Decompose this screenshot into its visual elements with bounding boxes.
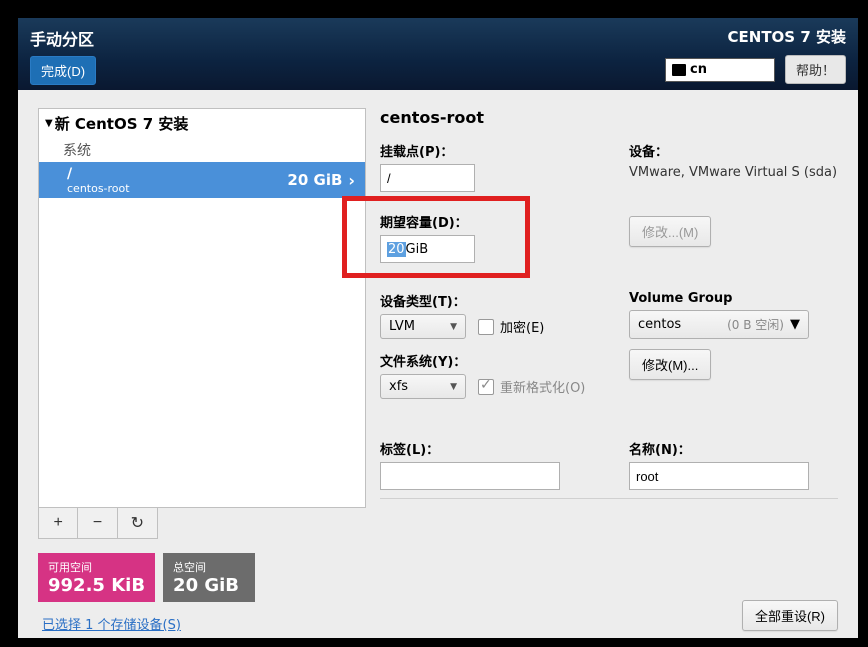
label-input[interactable] (380, 462, 560, 490)
form-grid: 挂载点(P)： 设备： VMware, VMware Virtual S (sd… (380, 141, 838, 490)
available-space-value: 992.5 KiB (48, 575, 145, 596)
total-space-value: 20 GiB (173, 575, 245, 596)
available-space-box: 可用空间 992.5 KiB (38, 553, 155, 602)
reset-all-button[interactable]: 全部重设(R) (742, 600, 838, 631)
done-button[interactable]: 完成(D) (30, 56, 96, 85)
label-label: 标签(L)： (380, 439, 589, 458)
devtype-select[interactable]: LVM ▼ (380, 314, 466, 339)
brand-label: CENTOS 7 安装 (728, 26, 846, 47)
dropdown-arrow-icon: ▼ (450, 382, 457, 392)
encrypt-label: 加密(E) (500, 317, 544, 336)
triangle-down-icon: ▼ (45, 118, 53, 129)
header-bar: 手动分区 完成(D) CENTOS 7 安装 cn 帮助！ (18, 18, 858, 90)
available-space-label: 可用空间 (48, 559, 145, 575)
keyboard-icon (672, 64, 686, 76)
fs-select[interactable]: xfs ▼ (380, 374, 466, 399)
devtype-field: 设备类型(T)： LVM ▼ 加密(E) 文件系统(Y)： (380, 291, 589, 399)
name-input[interactable] (629, 462, 809, 490)
left-column: ▼ 新 CentOS 7 安装 系统 / centos-root 20 GiB … (38, 108, 366, 633)
vg-modify-button[interactable]: 修改(M)... (629, 349, 711, 380)
fs-label: 文件系统(Y)： (380, 351, 589, 370)
encrypt-row[interactable]: 加密(E) (478, 317, 544, 336)
total-space-label: 总空间 (173, 559, 245, 575)
capacity-field: 期望容量(D)： 20 GiB (380, 212, 589, 263)
encrypt-checkbox[interactable] (478, 319, 494, 335)
tree-system-label: 系统 (39, 138, 365, 162)
device-value: VMware, VMware Virtual S (sda) (629, 164, 838, 182)
tree-root-label: 新 CentOS 7 安装 (55, 113, 189, 134)
fs-value: xfs (389, 379, 408, 394)
devtype-value: LVM (389, 319, 415, 334)
reformat-label: 重新格式化(O) (500, 377, 585, 396)
chevron-right-icon: › (348, 171, 355, 190)
help-button[interactable]: 帮助！ (785, 55, 846, 84)
partition-toolbar: + − ↻ (38, 508, 158, 539)
partition-size: 20 GiB (287, 171, 342, 189)
page-title: 手动分区 (30, 26, 96, 50)
partition-device: centos-root (67, 182, 130, 195)
tree-empty-area (39, 198, 365, 507)
remove-partition-button[interactable]: − (78, 508, 117, 538)
dropdown-arrow-icon: ▼ (450, 322, 457, 332)
mount-label: 挂载点(P)： (380, 141, 589, 160)
vg-label: Volume Group (629, 291, 838, 306)
capacity-input[interactable]: 20 GiB (380, 235, 475, 263)
dropdown-arrow-icon: ▼ (790, 317, 800, 332)
partition-title: centos-root (380, 108, 838, 127)
total-space-box: 总空间 20 GiB (163, 553, 255, 602)
header-right: CENTOS 7 安装 cn 帮助！ (665, 26, 846, 82)
body: ▼ 新 CentOS 7 安装 系统 / centos-root 20 GiB … (18, 90, 858, 643)
reset-row: 全部重设(R) (742, 600, 838, 631)
separator (380, 498, 838, 499)
vg-field: Volume Group centos (0 B 空闲) ▼ 修改(M)... (629, 291, 838, 399)
header-left: 手动分区 完成(D) (30, 26, 96, 82)
vg-free-label: (0 B 空闲) (727, 316, 784, 333)
manual-partitioning-window: 手动分区 完成(D) CENTOS 7 安装 cn 帮助！ ▼ 新 CentOS… (18, 18, 858, 638)
space-summary: 可用空间 992.5 KiB 总空间 20 GiB (38, 553, 366, 602)
storage-devices-link[interactable]: 已选择 1 个存储设备(S) (38, 614, 366, 633)
mount-input[interactable] (380, 164, 475, 192)
device-label: 设备： (629, 141, 838, 160)
devtype-label: 设备类型(T)： (380, 291, 589, 310)
modify-device-button[interactable]: 修改...(M) (629, 216, 711, 247)
capacity-unit: GiB (406, 242, 429, 257)
label-field: 标签(L)： (380, 439, 589, 490)
capacity-value-selected: 20 (387, 242, 406, 257)
partition-tree: ▼ 新 CentOS 7 安装 系统 / centos-root 20 GiB … (38, 108, 366, 508)
device-field: 设备： VMware, VMware Virtual S (sda) (629, 141, 838, 192)
mount-field: 挂载点(P)： (380, 141, 589, 192)
right-column: centos-root 挂载点(P)： 设备： VMware, VMware V… (380, 108, 838, 633)
tree-root-row[interactable]: ▼ 新 CentOS 7 安装 (39, 109, 365, 138)
keyboard-layout-label: cn (690, 62, 707, 77)
name-field: 名称(N)： (629, 439, 838, 490)
partition-mount: / (67, 166, 130, 182)
vg-value: centos (638, 317, 681, 332)
vg-select[interactable]: centos (0 B 空闲) ▼ (629, 310, 809, 339)
partition-row-root[interactable]: / centos-root 20 GiB › (39, 162, 365, 198)
capacity-label: 期望容量(D)： (380, 212, 589, 231)
name-label: 名称(N)： (629, 439, 838, 458)
reformat-row[interactable]: 重新格式化(O) (478, 377, 585, 396)
header-controls: cn 帮助！ (665, 55, 846, 84)
modify-device-field: 修改...(M) (629, 212, 838, 263)
reload-button[interactable]: ↻ (118, 508, 157, 538)
keyboard-layout-indicator[interactable]: cn (665, 58, 775, 82)
reformat-checkbox[interactable] (478, 379, 494, 395)
add-partition-button[interactable]: + (39, 508, 78, 538)
